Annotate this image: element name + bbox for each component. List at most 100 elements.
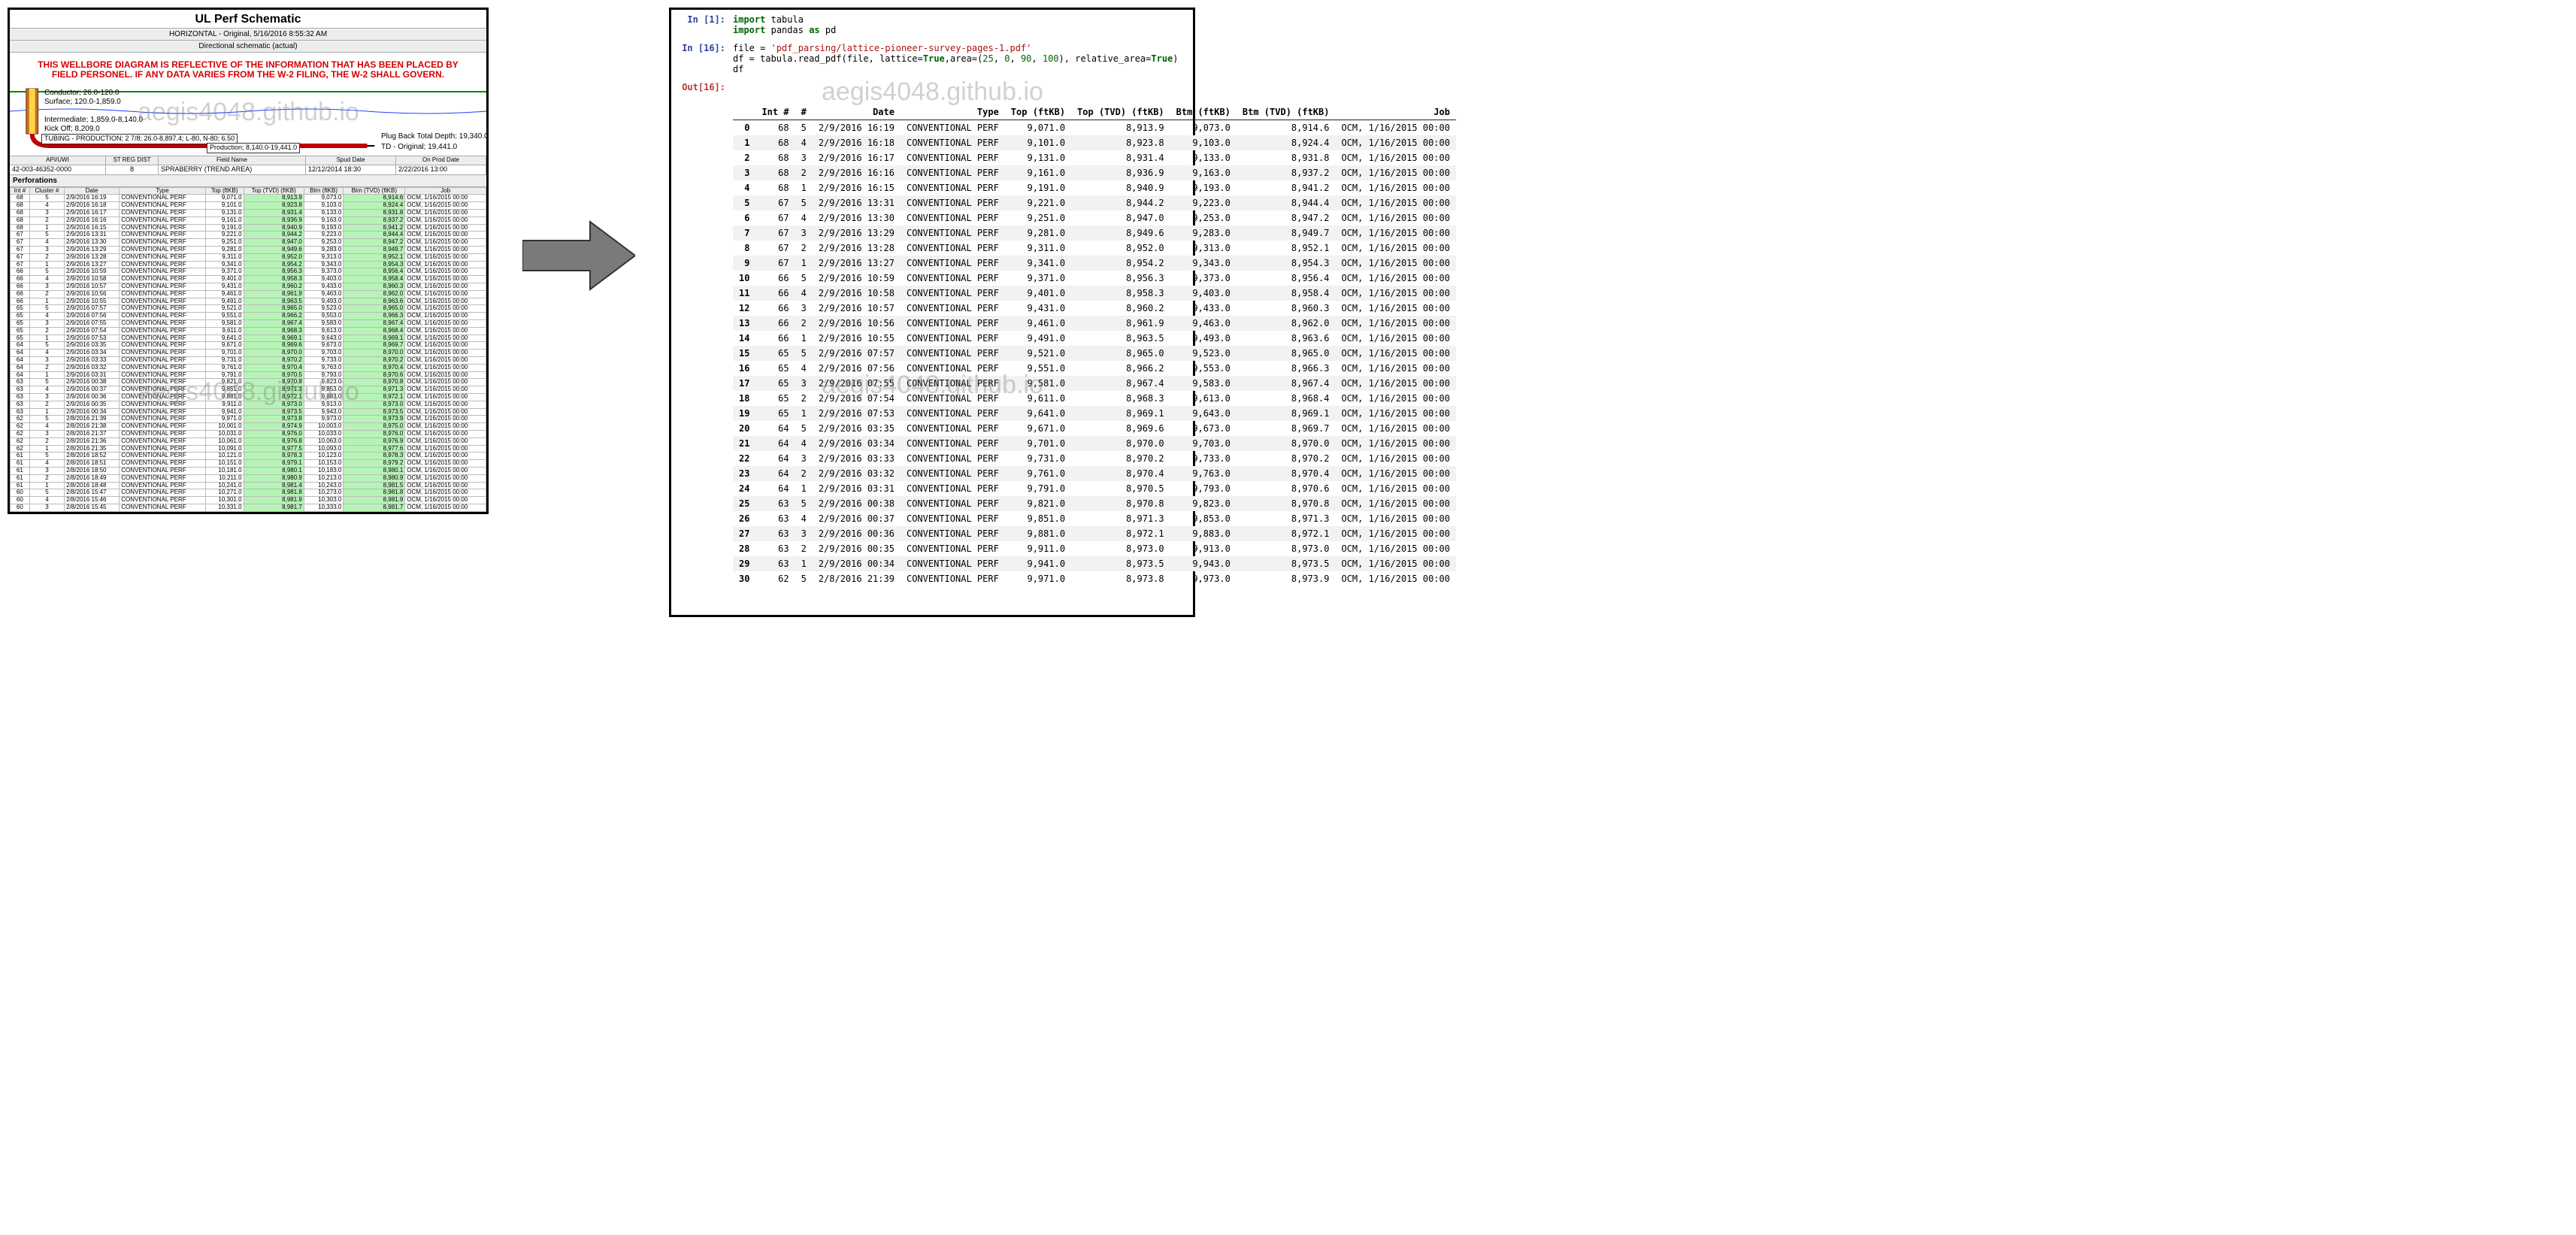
cell: OCM, 1/16/2015 00:00 xyxy=(405,283,486,291)
cell: 9,133.0 xyxy=(304,210,343,217)
df-cell: 9,791.0 xyxy=(1005,481,1071,496)
label-plugback: Plug Back Total Depth; 19,340.0 xyxy=(381,132,489,141)
table-row: 6522/9/2016 07:54CONVENTIONAL PERF9,611.… xyxy=(11,327,486,334)
df-cell: 8,973.5 xyxy=(1071,556,1170,571)
cell: CONVENTIONAL PERF xyxy=(120,467,205,474)
df-row: 36822/9/2016 16:16CONVENTIONAL PERF9,161… xyxy=(733,165,1456,180)
cell: OCM, 1/16/2015 00:00 xyxy=(405,423,486,431)
cell: 2 xyxy=(29,401,64,408)
df-cell: 63 xyxy=(755,556,795,571)
cell: 2/9/2016 07:54 xyxy=(65,327,120,334)
cell: OCM, 1/16/2015 00:00 xyxy=(405,350,486,357)
df-cell: CONVENTIONAL PERF xyxy=(901,286,1005,301)
label-conductor: Conductor; 26.0-120.0 xyxy=(44,89,120,97)
code-in16[interactable]: file = 'pdf_parsing/lattice-pioneer-surv… xyxy=(733,43,1193,74)
df-cell: 8,973.8 xyxy=(1071,571,1170,586)
table-row: 6142/8/2016 18:51CONVENTIONAL PERF10,151… xyxy=(11,460,486,468)
df-cell: 9,523.0 xyxy=(1170,346,1237,361)
pdf-document: UL Perf Schematic HORIZONTAL - Original,… xyxy=(8,8,489,514)
df-cell: 9,851.0 xyxy=(1005,511,1071,526)
cell: 2/9/2016 13:28 xyxy=(65,253,120,261)
prompt-in1: In [1]: xyxy=(671,14,733,25)
df-cell: 8,958.3 xyxy=(1071,286,1170,301)
cell: CONVENTIONAL PERF xyxy=(120,504,205,511)
df-cell: 68 xyxy=(755,150,795,165)
df-col-header: Int # xyxy=(755,104,795,120)
cell: 3 xyxy=(29,247,64,254)
cell: 9,461.0 xyxy=(205,290,244,298)
df-cell: CONVENTIONAL PERF xyxy=(901,316,1005,331)
df-cell: 9,161.0 xyxy=(1005,165,1071,180)
cell: 9,581.0 xyxy=(205,320,244,328)
df-cell: 8,963.5 xyxy=(1071,331,1170,346)
kw-import: import xyxy=(733,14,765,25)
cell: 2/9/2016 10:57 xyxy=(65,283,120,291)
df-cell: 23 xyxy=(733,466,755,481)
code-line-readpdf: df = tabula.read_pdf(file, lattice=True,… xyxy=(733,53,1179,64)
cell: OCM, 1/16/2015 00:00 xyxy=(405,247,486,254)
table-row: 6242/8/2016 21:38CONVENTIONAL PERF10,001… xyxy=(11,423,486,431)
code-cell-16[interactable]: In [16]: file = 'pdf_parsing/lattice-pio… xyxy=(671,38,1193,77)
df-cell: 5 xyxy=(795,571,813,586)
df-cell: 9,733.0 xyxy=(1170,451,1237,466)
df-row: 226432/9/2016 03:33CONVENTIONAL PERF9,73… xyxy=(733,451,1456,466)
df-cell: 8,969.1 xyxy=(1237,406,1336,421)
df-cell: 2/9/2016 16:16 xyxy=(813,165,901,180)
cell: 9,853.0 xyxy=(304,386,343,394)
code-cell-1[interactable]: In [1]: import tabula import pandas as p… xyxy=(671,10,1193,38)
cell: 8,976.0 xyxy=(344,430,405,437)
table-row: 6032/8/2016 15:45CONVENTIONAL PERF10,331… xyxy=(11,504,486,511)
cell: 8,979.2 xyxy=(344,460,405,468)
df-cell: CONVENTIONAL PERF xyxy=(901,376,1005,391)
df-cell: CONVENTIONAL PERF xyxy=(901,271,1005,286)
code-in1[interactable]: import tabula import pandas as pd xyxy=(733,14,1193,35)
cell: 66 xyxy=(11,290,30,298)
df-cell: 8,970.8 xyxy=(1237,496,1336,511)
df-col-header xyxy=(733,104,755,120)
cell: OCM, 1/16/2015 00:00 xyxy=(405,393,486,401)
op-eq: = xyxy=(760,43,765,53)
cell: 64 xyxy=(11,350,30,357)
label-intermediate: Intermediate; 1,859.0-8,140.0 xyxy=(44,116,143,124)
df-cell: OCM, 1/16/2015 00:00 xyxy=(1335,120,1456,136)
df-cell: 8,973.9 xyxy=(1237,571,1336,586)
df-cell: 2/9/2016 07:54 xyxy=(813,391,901,406)
cell: 10,003.0 xyxy=(304,423,343,431)
df-cell: 2/9/2016 10:55 xyxy=(813,331,901,346)
cell: 63 xyxy=(11,393,30,401)
cell: 8,972.1 xyxy=(344,393,405,401)
df-cell: 67 xyxy=(755,195,795,210)
df-cell: 67 xyxy=(755,226,795,241)
df-row: 76732/9/2016 13:29CONVENTIONAL PERF9,281… xyxy=(733,226,1456,241)
table-row: 6132/8/2016 18:50CONVENTIONAL PERF10,181… xyxy=(11,467,486,474)
df-cell: 9,643.0 xyxy=(1170,406,1237,421)
df-row: 256352/9/2016 00:38CONVENTIONAL PERF9,82… xyxy=(733,496,1456,511)
df-row: 136622/9/2016 10:56CONVENTIONAL PERF9,46… xyxy=(733,316,1456,331)
df-cell: 9,911.0 xyxy=(1005,541,1071,556)
df-cell: OCM, 1/16/2015 00:00 xyxy=(1335,556,1456,571)
df-cell: 8,968.4 xyxy=(1237,391,1336,406)
df-cell: 63 xyxy=(755,541,795,556)
df-cell: 63 xyxy=(755,526,795,541)
df-row: 206452/9/2016 03:35CONVENTIONAL PERF9,67… xyxy=(733,421,1456,436)
cell: 2/9/2016 16:16 xyxy=(65,216,120,224)
df-cell: 2/9/2016 07:56 xyxy=(813,361,901,376)
df-cell: 65 xyxy=(755,361,795,376)
cell: 8,931.4 xyxy=(244,210,304,217)
cell: OCM, 1/16/2015 00:00 xyxy=(405,386,486,394)
cell: 4 xyxy=(29,460,64,468)
cell: 3 xyxy=(29,393,64,401)
df-cell: 2 xyxy=(795,391,813,406)
df-cell: 9,253.0 xyxy=(1170,210,1237,226)
cell: 8,979.1 xyxy=(244,460,304,468)
df-cell: 8,954.3 xyxy=(1237,256,1336,271)
df-cell: 9,131.0 xyxy=(1005,150,1071,165)
df-cell: CONVENTIONAL PERF xyxy=(901,241,1005,256)
df-cell: 9,461.0 xyxy=(1005,316,1071,331)
df-cell: 9,163.0 xyxy=(1170,165,1237,180)
cell: 2/8/2016 15:45 xyxy=(65,504,120,511)
cell: OCM, 1/16/2015 00:00 xyxy=(405,210,486,217)
df-cell: 9,071.0 xyxy=(1005,120,1071,136)
pdf-warning-line1: THIS WELLBORE DIAGRAM IS REFLECTIVE OF T… xyxy=(26,60,470,70)
cell: 64 xyxy=(11,364,30,371)
